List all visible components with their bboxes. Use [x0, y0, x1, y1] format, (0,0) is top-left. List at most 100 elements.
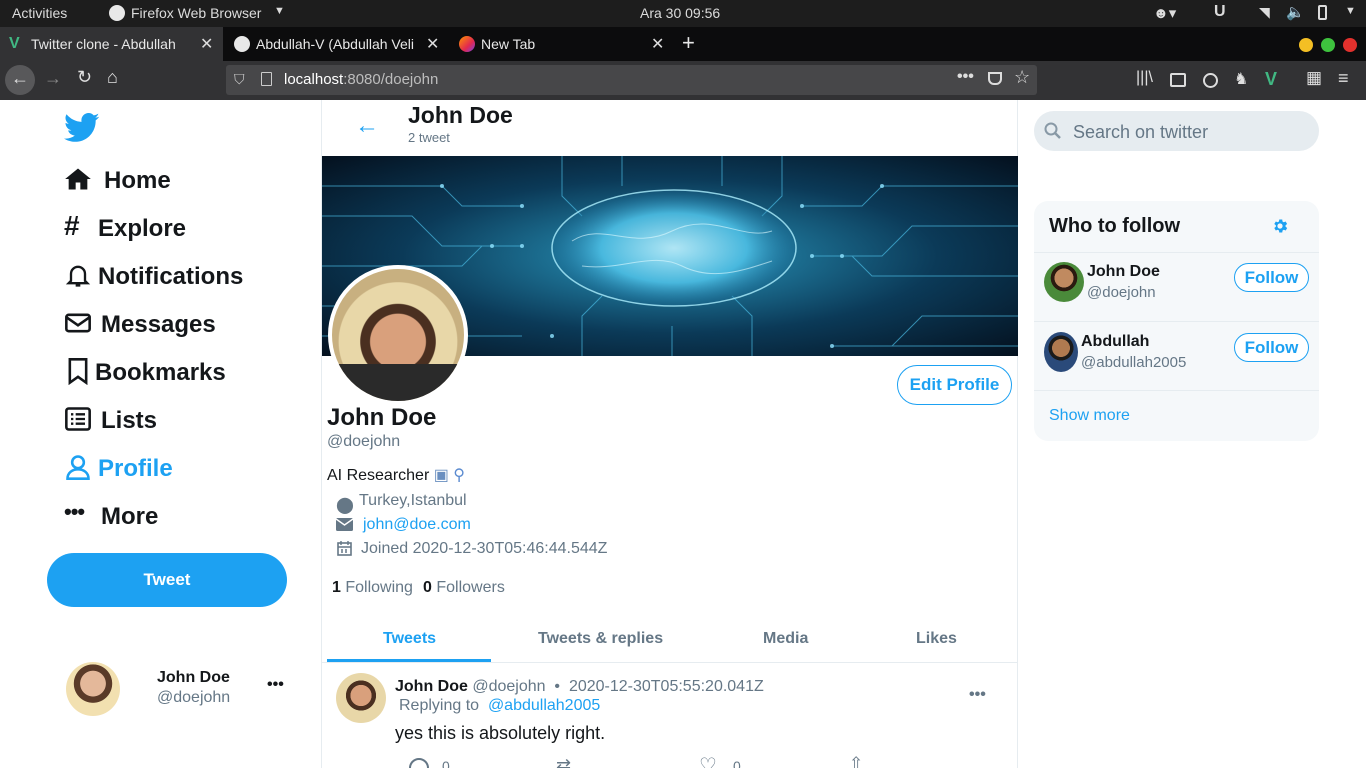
- page-info-icon[interactable]: [261, 72, 272, 86]
- tweet-count: 2 tweet: [408, 130, 450, 145]
- retweet-icon[interactable]: ⇄: [556, 755, 571, 768]
- show-more-link[interactable]: Show more: [1049, 407, 1130, 425]
- address-bar[interactable]: ⛉ localhost:8080/doejohn ••• ☆: [226, 65, 1037, 95]
- home-toolbar-icon[interactable]: ⌂: [107, 67, 118, 88]
- account-avatar[interactable]: [66, 662, 120, 716]
- followers-stat[interactable]: 0 Followers: [423, 579, 505, 597]
- suggestion-handle[interactable]: @abdullah2005: [1081, 354, 1186, 371]
- suggestion-avatar[interactable]: [1044, 262, 1084, 302]
- sidebar-item-label: Profile: [98, 455, 173, 482]
- battery-icon[interactable]: [1318, 5, 1327, 20]
- pocket-icon[interactable]: [988, 72, 1002, 85]
- tracking-shield-icon[interactable]: ⛉: [234, 71, 245, 88]
- tweet-menu-icon[interactable]: •••: [969, 686, 986, 704]
- extension-icon[interactable]: U: [1214, 3, 1226, 21]
- share-icon[interactable]: ⇧: [849, 754, 863, 768]
- home-icon: [65, 168, 91, 190]
- activities-button[interactable]: Activities: [12, 5, 67, 21]
- account-name[interactable]: John Doe: [157, 669, 230, 687]
- minimize-window-button[interactable]: [1299, 38, 1313, 52]
- twitter-logo-icon[interactable]: [64, 112, 100, 144]
- account-menu-icon[interactable]: •••: [267, 676, 284, 694]
- tab-new-tab[interactable]: New Tab ✕: [449, 27, 672, 61]
- sidebar-item-more[interactable]: ••• More: [64, 499, 174, 535]
- tweet-button[interactable]: Tweet: [47, 553, 287, 607]
- sidebar-item-lists[interactable]: Lists: [64, 403, 174, 439]
- like-icon[interactable]: ♡: [699, 753, 717, 768]
- clock[interactable]: Ara 30 09:56: [640, 5, 720, 21]
- following-stat[interactable]: 1 Following: [332, 579, 413, 597]
- back-arrow-icon: ←: [11, 68, 29, 88]
- search-input[interactable]: Search on twitter: [1073, 122, 1208, 143]
- profile-email-link[interactable]: john@doe.com: [363, 516, 471, 534]
- location-pin-icon: ⬤: [336, 497, 354, 514]
- follow-button[interactable]: Follow: [1234, 333, 1309, 362]
- tab-github[interactable]: Abdullah-V (Abdullah Veli ✕: [224, 27, 447, 61]
- page-title: John Doe: [408, 102, 513, 128]
- tab-twitter-clone[interactable]: V Twitter clone - Abdullah ✕: [0, 27, 223, 61]
- account-icon[interactable]: [1203, 73, 1218, 88]
- replying-to-link[interactable]: @abdullah2005: [488, 697, 600, 714]
- suggestion-name[interactable]: John Doe: [1087, 263, 1160, 281]
- email-icon: [336, 518, 353, 531]
- close-window-button[interactable]: [1343, 38, 1357, 52]
- reply-count: 0: [442, 758, 450, 768]
- gnome-top-bar: Activities Firefox Web Browser ▼ Ara 30 …: [0, 0, 1366, 27]
- system-menu-chevron-icon[interactable]: ▼: [1345, 5, 1356, 17]
- suggestion-name[interactable]: Abdullah: [1081, 333, 1149, 351]
- bookmark-star-icon[interactable]: ☆: [1014, 67, 1030, 88]
- tab-tweets-replies[interactable]: Tweets & replies: [538, 630, 663, 648]
- close-tab-icon[interactable]: ✕: [651, 34, 664, 54]
- gnome-extension-icon[interactable]: ♞: [1234, 69, 1248, 89]
- hamburger-menu-icon[interactable]: ≡: [1338, 68, 1349, 89]
- suggestion-handle[interactable]: @doejohn: [1087, 284, 1156, 301]
- page-actions-icon[interactable]: •••: [957, 68, 974, 86]
- bell-icon: [65, 265, 91, 287]
- gear-icon[interactable]: [1271, 217, 1289, 235]
- sidebar-item-explore[interactable]: # Explore: [64, 210, 194, 247]
- edit-profile-button[interactable]: Edit Profile: [897, 365, 1012, 405]
- app-menu[interactable]: Firefox Web Browser: [131, 5, 261, 21]
- tab-tweets[interactable]: Tweets: [383, 630, 436, 648]
- search-box[interactable]: Search on twitter: [1034, 111, 1319, 151]
- url-text[interactable]: localhost:8080/doejohn: [284, 71, 438, 88]
- who-to-follow-title: Who to follow: [1049, 215, 1181, 237]
- sidebar-item-bookmarks[interactable]: Bookmarks: [64, 355, 234, 391]
- wifi-icon[interactable]: ◥: [1259, 4, 1270, 21]
- sidebar-item-profile[interactable]: Profile: [64, 451, 184, 487]
- emoji-status-icon[interactable]: ☻▾: [1153, 4, 1176, 22]
- tab-label: Twitter clone - Abdullah: [31, 36, 176, 52]
- extensions-icon[interactable]: ▦: [1306, 68, 1322, 88]
- new-tab-plus-icon[interactable]: +: [682, 30, 695, 56]
- sidebar-item-label: Messages: [101, 311, 216, 338]
- sidebar-item-messages[interactable]: Messages: [64, 307, 224, 343]
- volume-icon[interactable]: 🔈: [1286, 3, 1305, 21]
- follow-button[interactable]: Follow: [1234, 263, 1309, 292]
- chevron-down-icon: ▼: [274, 5, 285, 17]
- back-arrow-icon[interactable]: ←: [355, 112, 379, 140]
- tweet-replying-to: Replying to @abdullah2005: [399, 697, 601, 714]
- who-to-follow-card: Who to follow John Doe @doejohn Follow A…: [1034, 201, 1319, 441]
- tweet-meta: John Doe @doejohn • 2020-12-30T05:55:20.…: [395, 678, 764, 695]
- forward-arrow-icon[interactable]: →: [44, 68, 62, 89]
- sidebar-item-home[interactable]: Home: [64, 163, 184, 199]
- suggestion-avatar[interactable]: [1044, 332, 1078, 372]
- close-tab-icon[interactable]: ✕: [426, 34, 439, 54]
- close-tab-icon[interactable]: ✕: [200, 34, 213, 54]
- reload-icon[interactable]: ↻: [77, 67, 92, 88]
- tweet-avatar[interactable]: [336, 673, 386, 723]
- reply-icon[interactable]: [409, 758, 429, 768]
- github-favicon-icon: [234, 36, 250, 52]
- maximize-window-button[interactable]: [1321, 38, 1335, 52]
- sidebar-toggle-icon[interactable]: [1170, 73, 1186, 87]
- sidebar-item-notifications[interactable]: Notifications: [64, 259, 244, 295]
- vue-devtools-icon[interactable]: V: [1265, 69, 1277, 90]
- tweet-text: yes this is absolutely right.: [395, 723, 606, 743]
- divider: [322, 662, 1017, 663]
- tab-media[interactable]: Media: [763, 630, 808, 648]
- sidebar-item-label: Bookmarks: [95, 359, 226, 386]
- firefox-app-icon: [109, 5, 125, 21]
- account-handle[interactable]: @doejohn: [157, 689, 230, 707]
- tab-likes[interactable]: Likes: [916, 630, 957, 648]
- library-icon[interactable]: |||\: [1136, 69, 1153, 87]
